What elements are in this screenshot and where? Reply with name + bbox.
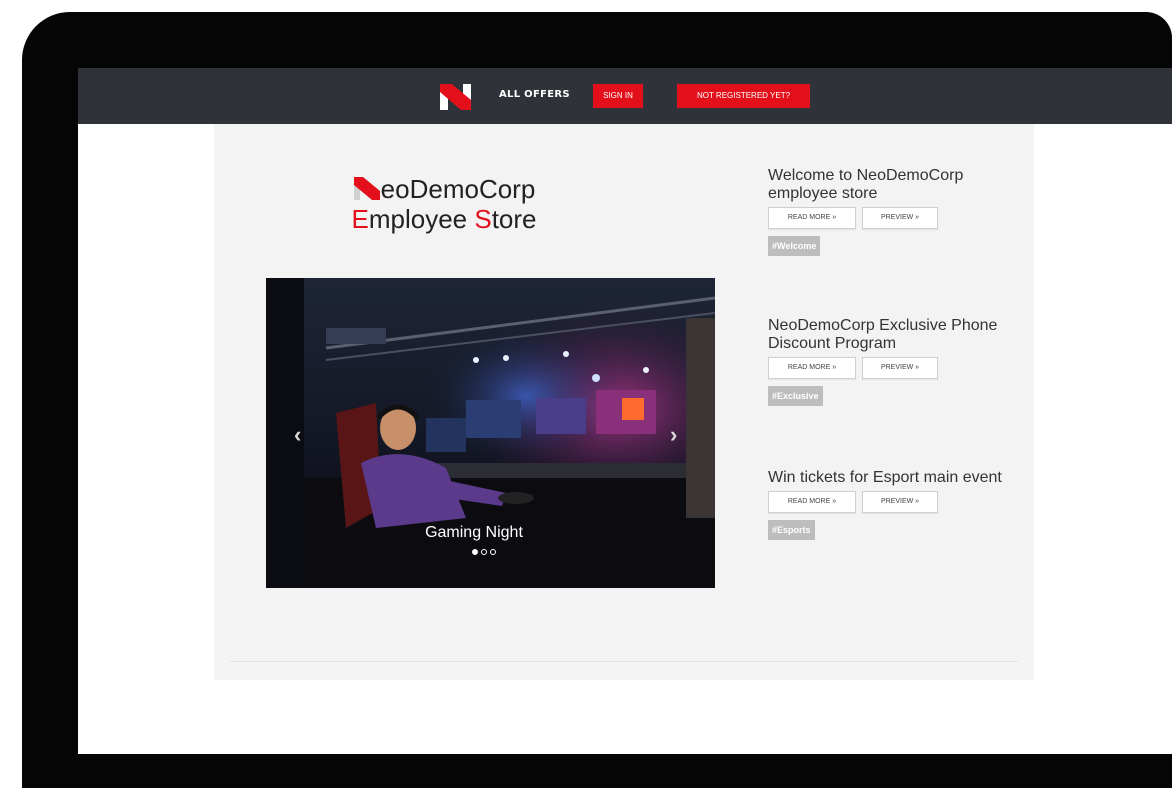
- post-tag[interactable]: #Esports: [768, 520, 815, 540]
- brand-line-company: eoDemoCorp: [334, 174, 554, 204]
- laptop-frame: ALL OFFERS SIGN IN NOT REGISTERED YET? e…: [22, 12, 1172, 788]
- brand-word-mployee: mployee: [368, 204, 475, 234]
- carousel-indicators: [472, 549, 496, 559]
- brand-line-store: Employee Store: [334, 204, 554, 234]
- post-title[interactable]: NeoDemoCorp Exclusive Phone Discount Pro…: [768, 317, 1028, 353]
- brand-letter-s: S: [474, 204, 492, 234]
- post-tag[interactable]: #Welcome: [768, 236, 821, 256]
- post-item: Welcome to NeoDemoCorp employee store RE…: [768, 167, 1028, 256]
- neodemocorp-logo-icon[interactable]: [439, 82, 473, 112]
- top-navbar: ALL OFFERS SIGN IN NOT REGISTERED YET?: [78, 68, 1172, 124]
- post-item: Win tickets for Esport main event READ M…: [768, 469, 1028, 540]
- browser-screen: ALL OFFERS SIGN IN NOT REGISTERED YET? e…: [78, 68, 1172, 754]
- post-item: NeoDemoCorp Exclusive Phone Discount Pro…: [768, 317, 1028, 406]
- post-actions: READ MORE » PREVIEW »: [768, 357, 1028, 379]
- carousel-dot-2[interactable]: [481, 549, 487, 555]
- read-more-button[interactable]: READ MORE »: [768, 357, 856, 379]
- brand-n-logo-icon: [353, 177, 380, 200]
- content-divider: [230, 661, 1018, 662]
- carousel-dot-1[interactable]: [472, 549, 478, 555]
- carousel-prev-icon[interactable]: ‹: [294, 424, 301, 446]
- preview-button[interactable]: PREVIEW »: [862, 357, 938, 379]
- preview-button[interactable]: PREVIEW »: [862, 491, 938, 513]
- carousel-caption: Gaming Night: [425, 524, 523, 541]
- preview-button[interactable]: PREVIEW »: [862, 207, 938, 229]
- nav-all-offers[interactable]: ALL OFFERS: [499, 89, 570, 100]
- image-carousel[interactable]: ‹ › Gaming Night: [266, 278, 715, 588]
- post-actions: READ MORE » PREVIEW »: [768, 207, 1028, 229]
- brand-company-name: eoDemoCorp: [380, 174, 536, 204]
- carousel-dot-3[interactable]: [490, 549, 496, 555]
- post-title[interactable]: Win tickets for Esport main event: [768, 469, 1028, 487]
- brand-letter-e: E: [351, 204, 369, 234]
- read-more-button[interactable]: READ MORE »: [768, 207, 856, 229]
- main-content: eoDemoCorp Employee Store ‹ › Gaming Nig…: [214, 124, 1034, 680]
- post-title[interactable]: Welcome to NeoDemoCorp employee store: [768, 167, 1028, 203]
- register-button[interactable]: NOT REGISTERED YET?: [677, 84, 810, 108]
- carousel-next-icon[interactable]: ›: [670, 424, 677, 446]
- post-tag[interactable]: #Exclusive: [768, 386, 823, 406]
- read-more-button[interactable]: READ MORE »: [768, 491, 856, 513]
- store-brand-title: eoDemoCorp Employee Store: [334, 174, 554, 234]
- brand-word-tore: tore: [491, 204, 537, 234]
- sign-in-button[interactable]: SIGN IN: [593, 84, 643, 108]
- post-actions: READ MORE » PREVIEW »: [768, 491, 1028, 513]
